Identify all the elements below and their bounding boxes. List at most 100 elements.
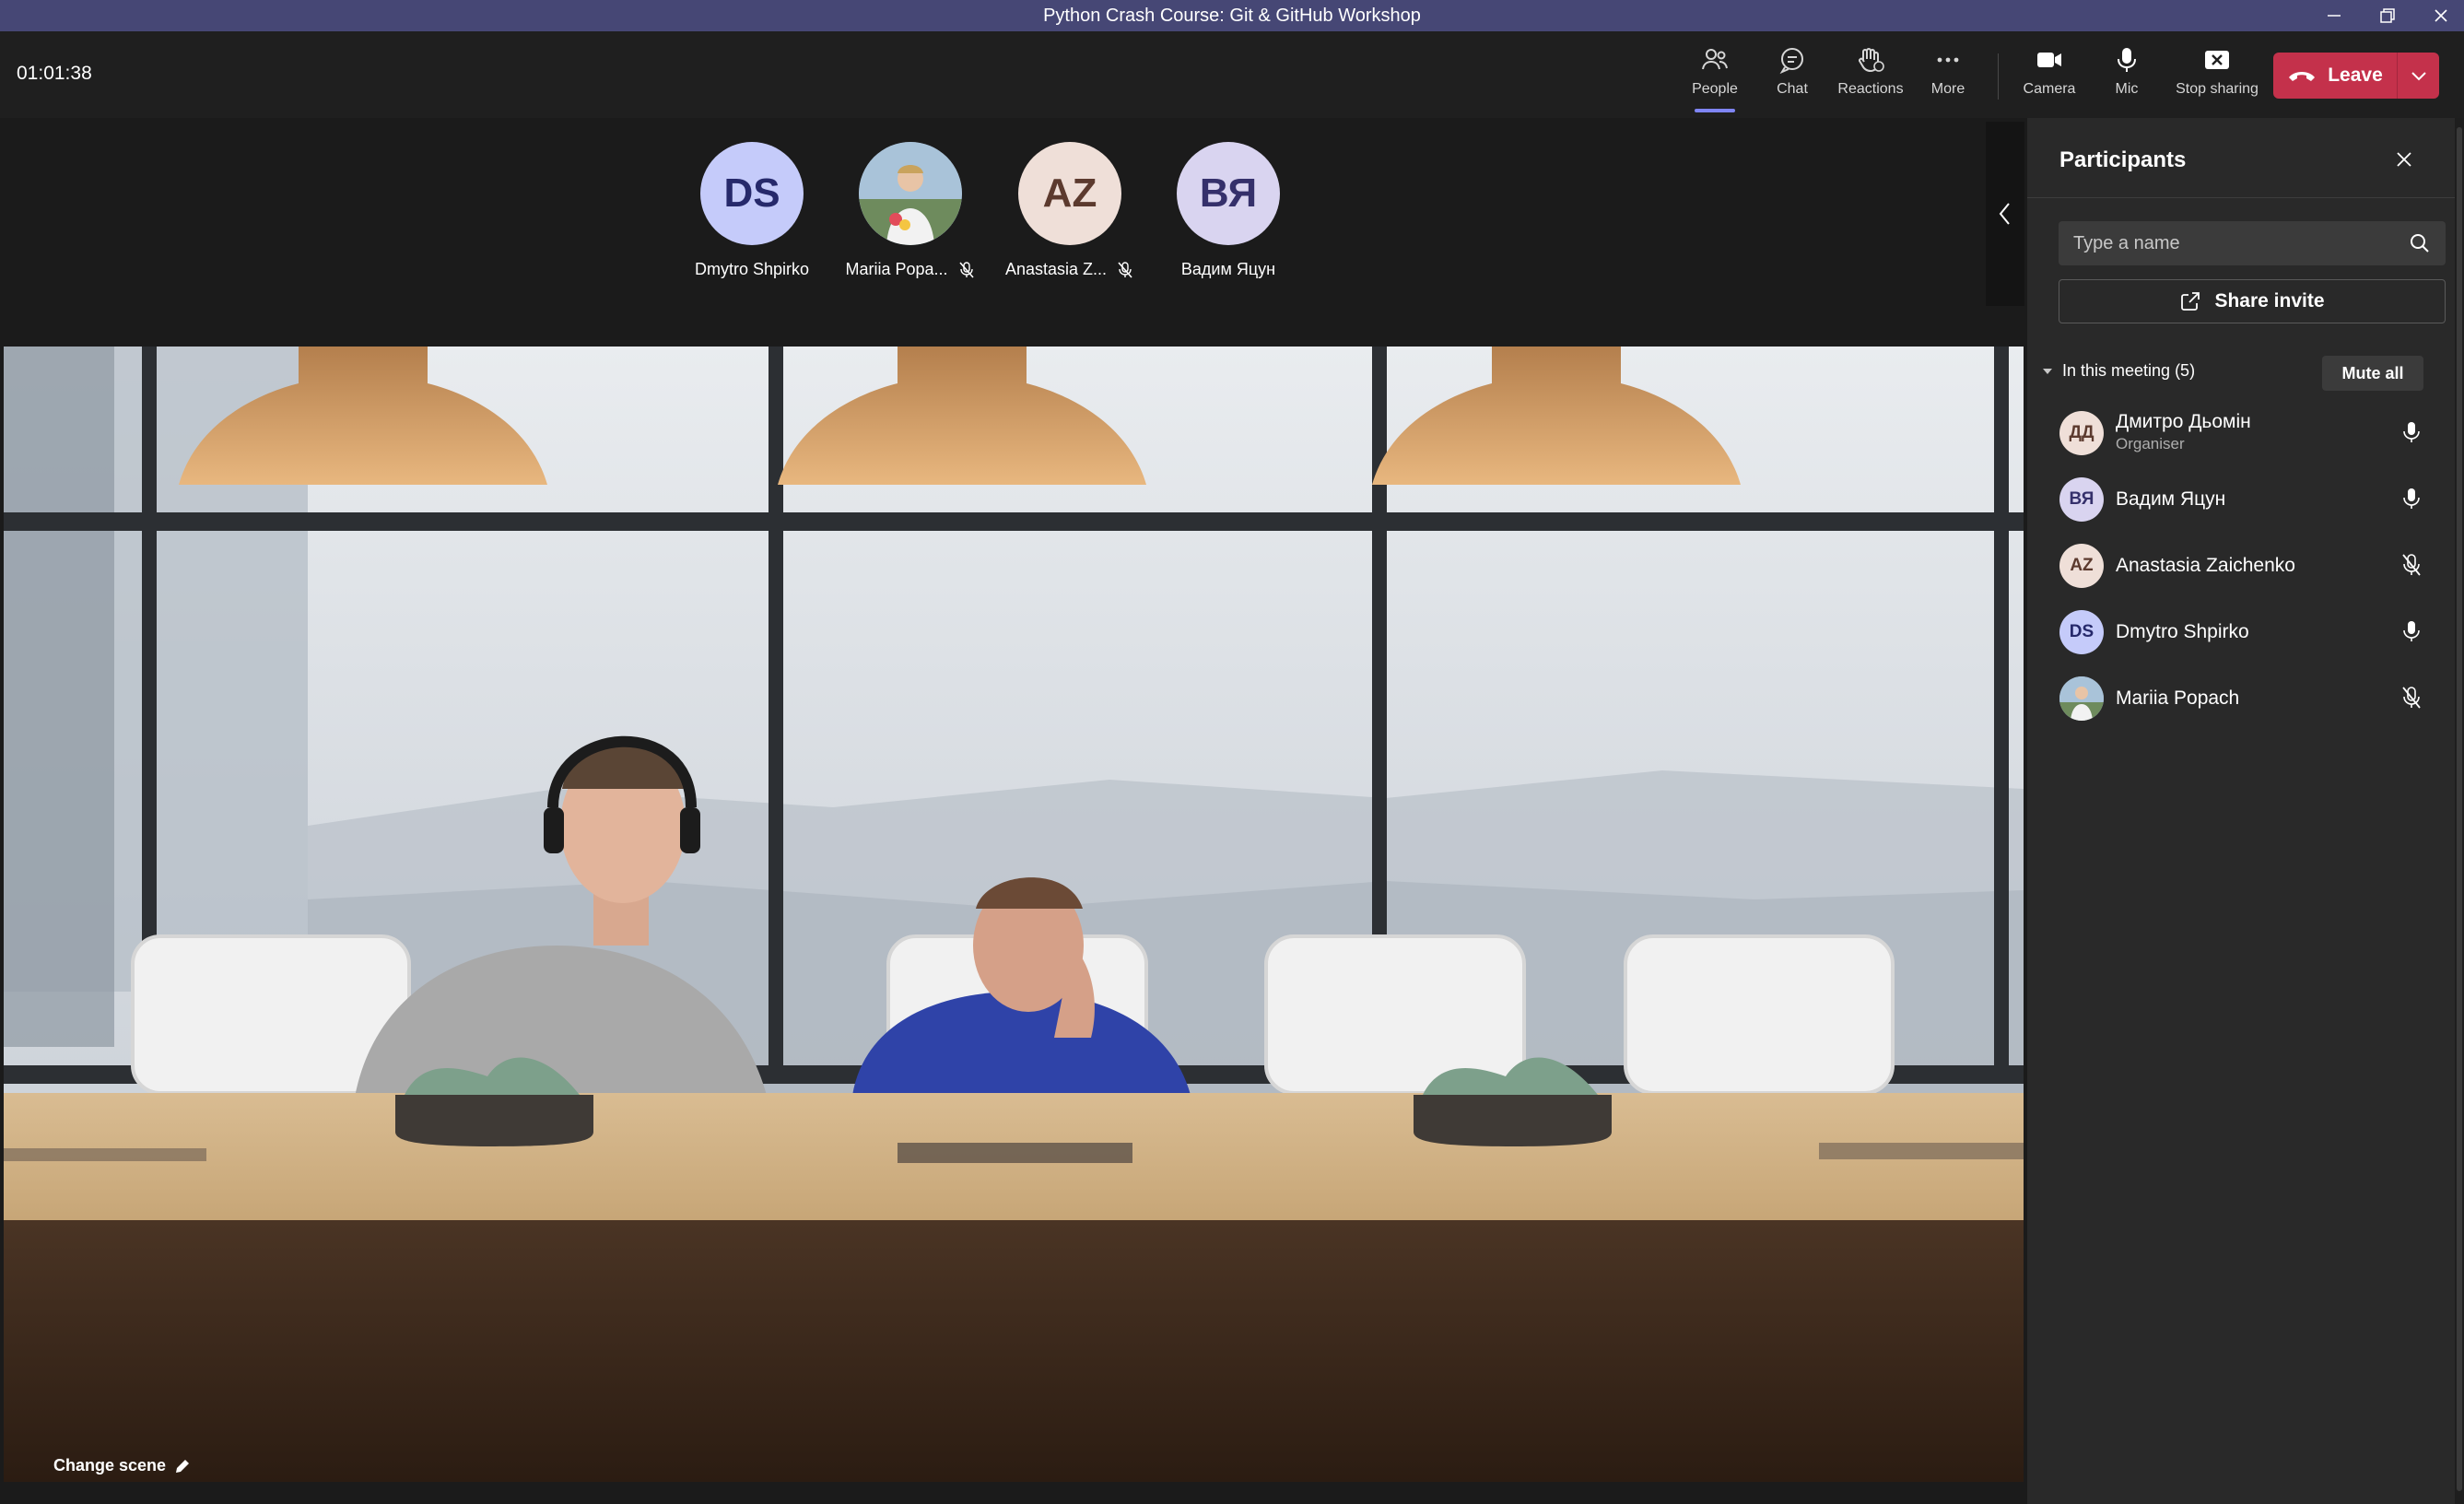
participant-gallery: DS Dmytro Shpirko Mariia Popa... AZ Anas… xyxy=(0,118,1986,307)
more-label: More xyxy=(1930,81,1965,97)
panel-title: Participants xyxy=(2059,147,2187,172)
avatar xyxy=(859,142,962,245)
mic-button[interactable]: Mic xyxy=(2090,44,2164,111)
reactions-button[interactable]: Reactions xyxy=(1834,44,1907,111)
leave-main[interactable]: Leave xyxy=(2273,53,2397,99)
collapse-gallery-button[interactable] xyxy=(1986,122,2024,306)
share-invite-button[interactable]: Share invite xyxy=(2059,279,2446,323)
gallery-name: Dmytro Shpirko xyxy=(694,260,810,278)
participant-role: Organiser xyxy=(2116,435,2185,452)
participant-name: Дмитро Дьомін xyxy=(2116,411,2251,432)
mic-off-icon xyxy=(2398,684,2425,711)
participant-name: Anastasia Zaichenko xyxy=(2116,555,2295,576)
list-item[interactable]: DS Dmytro Shpirko xyxy=(2027,597,2464,664)
conference-room-scene xyxy=(4,347,2024,1482)
gallery-name: Mariia Popa... xyxy=(845,260,948,278)
mic-on-icon xyxy=(2398,485,2425,512)
panel-divider xyxy=(2027,197,2464,198)
in-meeting-section-toggle[interactable]: In this meeting (5) xyxy=(2042,361,2195,381)
close-panel-button[interactable] xyxy=(2388,144,2420,175)
scrollbar-thumb[interactable] xyxy=(2457,127,2462,1491)
mic-on-icon xyxy=(2398,617,2425,645)
camera-button[interactable]: Camera xyxy=(2012,44,2086,111)
people-label: People xyxy=(1692,81,1738,97)
gallery-name: Вадим Яцун xyxy=(1180,260,1276,278)
close-window-icon[interactable] xyxy=(2420,0,2462,31)
close-icon xyxy=(2397,152,2411,167)
avatar: ВЯ xyxy=(1177,142,1280,245)
share-icon xyxy=(2181,292,2200,311)
teams-meeting-window: Python Crash Course: Git & GitHub Worksh… xyxy=(0,0,2464,1504)
mute-all-button[interactable]: Mute all xyxy=(2322,356,2423,391)
list-item[interactable]: Mariia Popach xyxy=(2027,664,2464,730)
profile-photo xyxy=(859,142,962,245)
pencil-icon xyxy=(176,1459,190,1473)
leave-options-button[interactable] xyxy=(2398,69,2439,82)
gallery-tile-vadym[interactable]: ВЯ Вадим Яцун xyxy=(1150,142,1307,279)
window-title: Python Crash Course: Git & GitHub Worksh… xyxy=(1043,5,1421,26)
change-scene-label: Change scene xyxy=(53,1456,167,1475)
mic-icon xyxy=(2118,48,2136,72)
meeting-timer: 01:01:38 xyxy=(17,63,92,84)
mic-off-icon xyxy=(1118,261,1132,278)
stop-sharing-label: Stop sharing xyxy=(2176,81,2259,97)
list-item[interactable]: AZ Anastasia Zaichenko xyxy=(2027,531,2464,597)
participant-name: Dmytro Shpirko xyxy=(2116,621,2249,642)
participant-list: ДД Дмитро Дьомін Organiser ВЯ Вадим Яцун… xyxy=(2027,398,2464,730)
gallery-tile-mariia[interactable]: Mariia Popa... xyxy=(832,142,989,279)
avatar: ДД xyxy=(2059,411,2104,455)
meeting-stage: DS Dmytro Shpirko Mariia Popa... AZ Anas… xyxy=(0,118,2027,1504)
search-input[interactable] xyxy=(2073,232,2409,254)
chat-button[interactable]: Chat xyxy=(1755,44,1829,111)
panel-scrollbar[interactable] xyxy=(2455,118,2464,1504)
restore-icon[interactable] xyxy=(2366,0,2409,31)
raise-hand-icon xyxy=(1859,48,1884,73)
camera-label: Camera xyxy=(2023,81,2076,97)
more-dots-icon xyxy=(1937,57,1959,63)
mic-label: Mic xyxy=(2115,81,2139,97)
shared-video-scene xyxy=(4,347,2024,1482)
leave-button[interactable]: Leave xyxy=(2273,53,2439,99)
avatar: DS xyxy=(2059,610,2104,654)
chat-label: Chat xyxy=(1777,81,1808,97)
chat-icon xyxy=(1779,48,1803,75)
avatar: AZ xyxy=(2059,544,2104,588)
mic-off-icon xyxy=(2398,551,2425,579)
avatar xyxy=(2059,676,2104,721)
stop-sharing-icon xyxy=(2205,51,2229,69)
caret-down-icon xyxy=(2043,368,2052,374)
gallery-tile-anastasia[interactable]: AZ Anastasia Z... xyxy=(991,142,1148,279)
mic-off-icon xyxy=(958,261,974,278)
participant-name: Вадим Яцун xyxy=(2116,488,2226,510)
hangup-icon xyxy=(2289,72,2316,81)
chevron-left-icon xyxy=(1999,203,2010,225)
chevron-down-icon xyxy=(2411,72,2426,81)
minimize-icon[interactable] xyxy=(2313,0,2355,31)
avatar: DS xyxy=(700,142,804,245)
stop-sharing-button[interactable]: Stop sharing xyxy=(2176,44,2259,111)
leave-label: Leave xyxy=(2328,65,2383,86)
gallery-tile-dmytro[interactable]: DS Dmytro Shpirko xyxy=(674,142,830,279)
camera-icon xyxy=(2037,53,2061,67)
list-item[interactable]: ДД Дмитро Дьомін Organiser xyxy=(2027,398,2464,464)
avatar: ВЯ xyxy=(2059,477,2104,522)
section-label: In this meeting (5) xyxy=(2062,361,2196,380)
people-icon xyxy=(1702,49,1728,70)
gallery-name: Anastasia Z... xyxy=(1004,260,1108,278)
meeting-toolbar: 01:01:38 People Chat Reactions More Came… xyxy=(0,31,2464,118)
active-tab-indicator xyxy=(1695,109,1735,112)
people-button[interactable]: People xyxy=(1678,44,1752,112)
more-button[interactable]: More xyxy=(1911,44,1985,111)
title-bar: Python Crash Course: Git & GitHub Worksh… xyxy=(0,0,2464,31)
profile-photo xyxy=(2059,676,2104,721)
search-icon[interactable] xyxy=(2409,232,2431,254)
mic-on-icon xyxy=(2398,418,2425,446)
participant-search[interactable] xyxy=(2059,221,2446,265)
change-scene-button[interactable]: Change scene xyxy=(53,1456,192,1475)
toolbar-divider xyxy=(1998,53,1999,100)
participants-panel: Participants Share invite In this meetin… xyxy=(2027,118,2464,1504)
participant-name: Mariia Popach xyxy=(2116,687,2240,709)
avatar: AZ xyxy=(1018,142,1121,245)
list-item[interactable]: ВЯ Вадим Яцун xyxy=(2027,464,2464,531)
reactions-label: Reactions xyxy=(1837,81,1904,97)
